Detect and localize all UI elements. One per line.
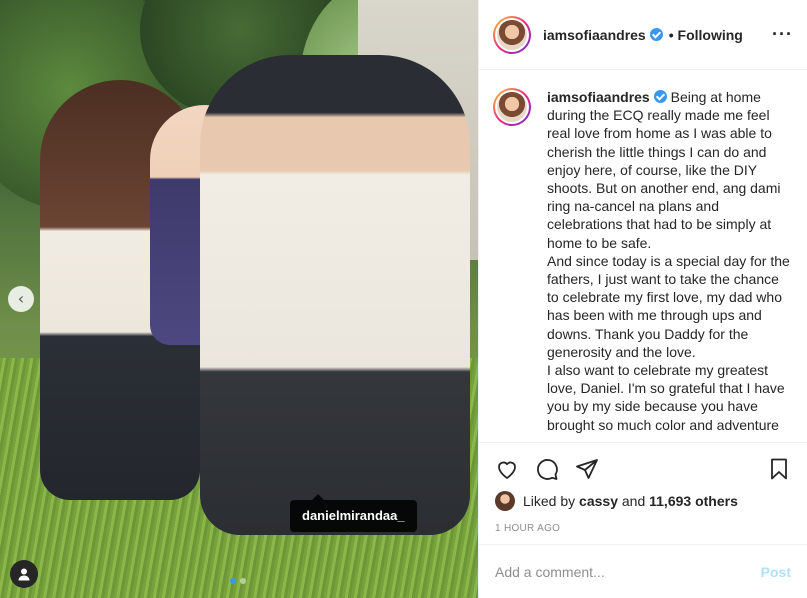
heart-icon[interactable] — [495, 457, 519, 481]
liker-username[interactable]: cassy — [579, 493, 618, 509]
person-icon — [18, 568, 30, 581]
tagged-users-icon[interactable] — [10, 560, 38, 588]
verified-badge-icon — [649, 28, 663, 41]
likes-summary: Liked by cassy and 11,693 others — [479, 483, 807, 511]
caption-username[interactable]: iamsofiaandres — [547, 89, 650, 105]
author-avatar[interactable] — [493, 15, 531, 54]
caption-author-avatar[interactable] — [493, 88, 531, 126]
caption-text: iamsofiaandres Being at home during the … — [547, 88, 793, 442]
user-tag-label[interactable]: danielmirandaa_ — [290, 494, 417, 532]
more-options-icon[interactable]: ··· — [772, 24, 793, 45]
post-comment-button[interactable]: Post — [761, 564, 791, 580]
verified-badge-icon — [653, 90, 667, 103]
liker-avatar[interactable] — [495, 491, 515, 511]
author-username[interactable]: iamsofiaandres — [543, 27, 646, 43]
share-icon[interactable] — [575, 457, 599, 481]
likes-count[interactable]: 11,693 others — [649, 493, 738, 509]
comment-icon[interactable] — [535, 457, 559, 481]
action-icons — [479, 443, 807, 483]
follow-status-button[interactable]: • Following — [669, 27, 743, 43]
caption-body: Being at home during the ECQ really made… — [547, 89, 790, 433]
previous-image-button[interactable]: ‹ — [8, 286, 34, 312]
post-side-panel: iamsofiaandres • Following ··· iamsofiaa… — [478, 0, 807, 598]
post-timestamp[interactable]: 1 HOUR AGO — [479, 511, 807, 534]
bookmark-icon[interactable] — [767, 457, 791, 481]
comment-input[interactable] — [495, 563, 761, 580]
caption: iamsofiaandres Being at home during the … — [493, 88, 793, 442]
post-actions: Liked by cassy and 11,693 others 1 HOUR … — [479, 442, 807, 534]
comment-form: Post — [479, 544, 807, 598]
post-header: iamsofiaandres • Following ··· — [479, 0, 807, 70]
man-figure — [200, 55, 470, 535]
carousel-dot — [230, 578, 236, 584]
carousel-dot — [240, 578, 246, 584]
carousel-dots — [230, 578, 246, 584]
post-photo[interactable]: ‹ danielmirandaa_ — [0, 0, 478, 598]
